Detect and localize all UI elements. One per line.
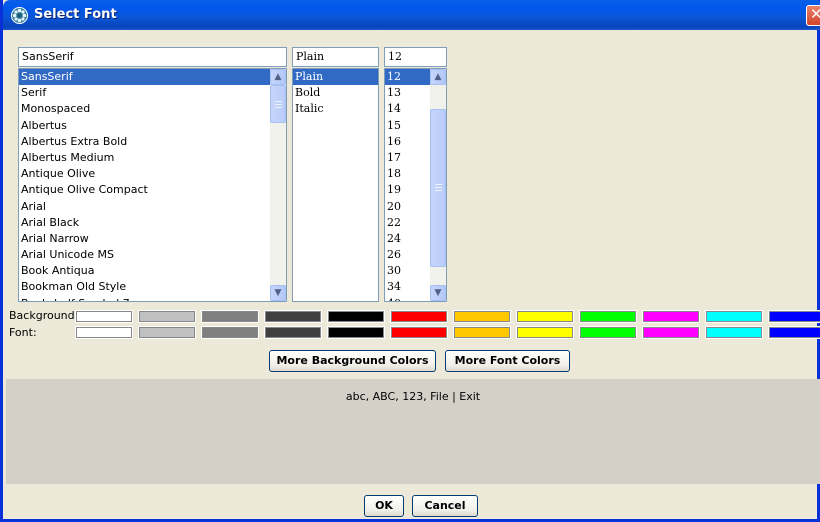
font-style-input[interactable]: Plain [292,47,379,67]
scroll-down-button[interactable]: ▼ [270,285,286,301]
title-bar[interactable]: Select Font ✕ [3,0,820,30]
font-family-items: SansSerif Serif Monospaced Albertus Albertus… [19,69,286,301]
font-color-swatch[interactable] [516,326,574,339]
background-color-swatch[interactable] [516,310,574,323]
font-color-swatch[interactable] [768,326,820,339]
font-style-item[interactable]: Plain [293,69,378,86]
font-style-item[interactable]: Bold [293,85,378,101]
font-family-item[interactable]: Albertus [19,118,286,134]
background-color-swatch[interactable] [453,310,511,323]
font-color-swatch[interactable] [327,326,385,339]
more-background-colors-button[interactable]: More Background Colors [269,350,436,372]
font-style-list[interactable]: Plain Bold Italic [292,68,379,302]
font-color-swatch[interactable] [201,326,259,339]
font-color-swatch[interactable] [642,326,700,339]
close-icon: ✕ [810,5,820,23]
background-color-swatch[interactable] [201,310,259,323]
font-family-item[interactable]: Arial [19,199,286,215]
font-color-swatch[interactable] [264,326,322,339]
font-family-item[interactable]: Bookshelf Symbol 7 [19,296,286,301]
font-family-item[interactable]: Book Antiqua [19,263,286,279]
font-size-scrollbar[interactable]: ▲ ▼ [430,69,446,301]
font-color-swatch[interactable] [705,326,763,339]
font-family-item[interactable]: Arial Narrow [19,231,286,247]
font-color-swatch[interactable] [75,326,133,339]
background-color-swatch[interactable] [75,310,133,323]
font-style-item[interactable]: Italic [293,101,378,117]
cancel-button[interactable]: Cancel [412,495,478,517]
ok-button[interactable]: OK [364,495,404,517]
font-family-list[interactable]: SansSerif Serif Monospaced Albertus Albertus… [18,68,287,302]
background-color-swatch[interactable] [264,310,322,323]
font-family-item[interactable]: Antique Olive [19,166,286,182]
background-color-swatch[interactable] [579,310,637,323]
font-family-item[interactable]: Monospaced [19,101,286,117]
java-app-icon [11,7,28,24]
font-size-input[interactable]: 12 [384,47,447,67]
background-color-swatch[interactable] [642,310,700,323]
font-family-item[interactable]: Albertus Extra Bold [19,134,286,150]
font-color-swatch[interactable] [138,326,196,339]
scroll-up-button[interactable]: ▲ [430,69,446,85]
font-family-item[interactable]: Antique Olive Compact [19,182,286,198]
scroll-up-button[interactable]: ▲ [270,69,286,85]
background-color-swatch[interactable] [138,310,196,323]
scroll-thumb[interactable] [270,85,286,123]
font-label: Font: [9,326,37,339]
scroll-thumb[interactable] [430,109,446,267]
preview-text: abc, ABC, 123, File | Exit [345,390,481,403]
font-family-scrollbar[interactable]: ▲ ▼ [270,69,286,301]
select-font-dialog: Select Font ✕ SansSerif Plain 12 SansSer… [0,0,820,522]
more-font-colors-button[interactable]: More Font Colors [445,350,570,372]
font-family-item[interactable]: Arial Unicode MS [19,247,286,263]
font-family-item[interactable]: Serif [19,85,286,101]
background-color-swatch[interactable] [327,310,385,323]
font-color-swatch[interactable] [390,326,448,339]
window-title: Select Font [34,7,117,22]
background-color-swatch[interactable] [390,310,448,323]
font-size-list[interactable]: 121314151617181920222426303440 ▲ ▼ [384,68,447,302]
background-color-swatch[interactable] [705,310,763,323]
font-color-swatch[interactable] [579,326,637,339]
scroll-down-button[interactable]: ▼ [430,285,446,301]
preview-panel: abc, ABC, 123, File | Exit [6,379,820,484]
background-label: Background: [9,309,79,322]
font-family-item[interactable]: Arial Black [19,215,286,231]
font-family-item[interactable]: Bookman Old Style [19,279,286,295]
font-family-item[interactable]: SansSerif [19,69,286,86]
background-color-swatch[interactable] [768,310,820,323]
font-color-swatch[interactable] [453,326,511,339]
close-button[interactable]: ✕ [806,5,820,26]
font-family-input[interactable]: SansSerif [18,47,287,67]
font-style-items: Plain Bold Italic [293,69,378,118]
font-family-item[interactable]: Albertus Medium [19,150,286,166]
